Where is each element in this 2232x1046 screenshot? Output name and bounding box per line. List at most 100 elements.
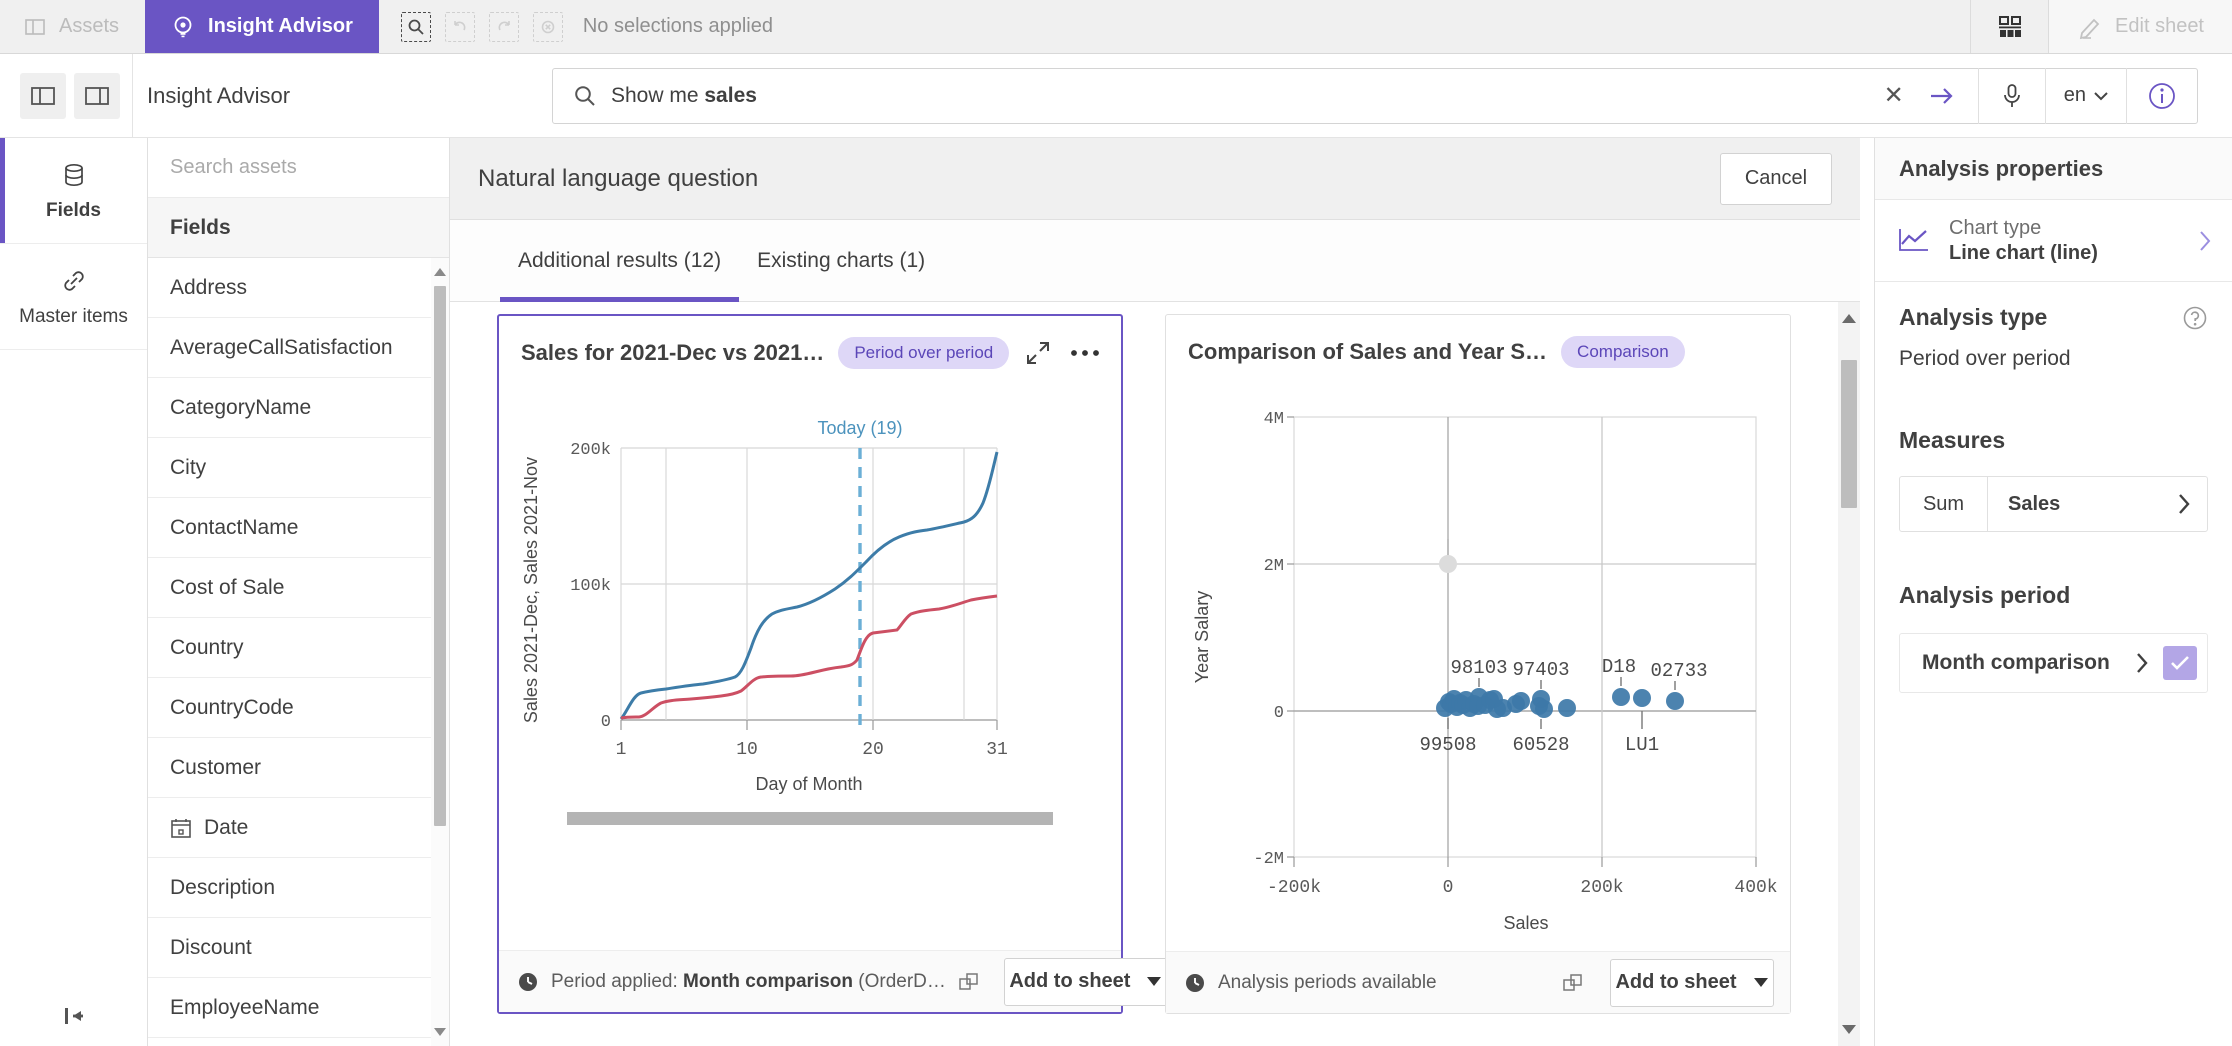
svg-text:200k: 200k [1580, 878, 1623, 898]
more-options-icon[interactable] [1069, 348, 1101, 358]
toggle-left-panel-button[interactable] [20, 73, 66, 119]
list-item[interactable]: City [148, 438, 449, 498]
language-label: en [2064, 84, 2086, 107]
list-item[interactable]: Cost of Sale [148, 558, 449, 618]
sidebar-item-master-items[interactable]: Master items [0, 244, 147, 350]
tab-existing-charts[interactable]: Existing charts (1) [739, 220, 943, 302]
list-item[interactable]: CountryCode [148, 678, 449, 738]
scroll-up-arrow-icon[interactable] [1842, 314, 1856, 323]
results-cards: Sales for 2021-Dec vs 2021… Period over … [450, 302, 1860, 1046]
nlq-bar: Natural language question Cancel [450, 138, 1860, 220]
period-applied-suffix: (OrderD… [858, 971, 946, 992]
field-label: CategoryName [170, 396, 311, 420]
expand-icon[interactable] [1025, 340, 1051, 366]
measure-row[interactable]: Sum Sales [1899, 476, 2208, 532]
sidebar-item-fields[interactable]: Fields [0, 138, 147, 244]
analysis-link-icon[interactable] [958, 971, 980, 993]
list-item[interactable]: EmployeeName [148, 978, 449, 1038]
svg-text:Sales 2021-Dec, Sales 2021-Nov: Sales 2021-Dec, Sales 2021-Nov [521, 457, 541, 723]
add-to-sheet-button[interactable]: Add to sheet [1610, 959, 1774, 1007]
search-box[interactable]: Show me sales ✕ en [552, 68, 2198, 124]
list-item[interactable]: ContactName [148, 498, 449, 558]
add-to-sheet-button[interactable]: Add to sheet [1004, 958, 1168, 1006]
sidebar-item-master-items-label: Master items [19, 306, 128, 328]
help-icon[interactable] [2182, 305, 2208, 331]
list-item[interactable]: CategoryName [148, 378, 449, 438]
scroll-up-arrow-icon[interactable] [434, 268, 446, 276]
analysis-type-section: Analysis type Period over period [1875, 282, 2232, 371]
clock-icon [1184, 972, 1206, 994]
analysis-type-header: Analysis type [1899, 304, 2208, 331]
result-card-line-chart[interactable]: Sales for 2021-Dec vs 2021… Period over … [497, 314, 1123, 1014]
period-applied-label: Period applied: [551, 971, 678, 992]
scatter-point[interactable] [1666, 692, 1684, 710]
analysis-period-checkbox[interactable] [2163, 646, 2197, 680]
collapse-left-icon [57, 1004, 91, 1028]
chevron-right-icon[interactable] [2135, 652, 2149, 674]
list-item[interactable]: Date [148, 798, 449, 858]
assets-section-header: Fields [148, 198, 449, 258]
sheet-grid-button[interactable] [1970, 0, 2048, 53]
scrollbar-thumb[interactable] [434, 286, 446, 826]
submit-search-icon[interactable] [1924, 85, 1978, 107]
line-chart[interactable]: 200k 100k 0 Sales 2021-Dec, Sales 2021-N… [499, 390, 1121, 950]
cancel-button[interactable]: Cancel [1720, 153, 1832, 205]
search-assets-input[interactable]: Search assets [148, 138, 449, 198]
main-scrollbar[interactable] [1838, 302, 1860, 1046]
selection-search-icon[interactable] [399, 10, 433, 44]
tab-additional-results[interactable]: Additional results (12) [500, 220, 739, 302]
chevron-right-icon[interactable] [2161, 477, 2207, 531]
scrollbar-thumb[interactable] [1841, 360, 1857, 508]
scatter-point[interactable] [1633, 689, 1651, 707]
info-icon[interactable] [2127, 81, 2197, 111]
analysis-period-value: Month comparison [1922, 651, 2135, 675]
field-label: Discount [170, 936, 252, 960]
analysis-link-icon[interactable] [1562, 972, 1584, 994]
list-item[interactable]: Address [148, 258, 449, 318]
scatter-point[interactable] [1612, 688, 1630, 706]
scatter-points[interactable] [1436, 688, 1684, 718]
assets-scrollbar[interactable] [431, 258, 449, 1046]
language-selector[interactable]: en [2046, 84, 2126, 107]
toggle-right-panel-button[interactable] [74, 73, 120, 119]
line-chart-body[interactable]: 200k 100k 0 Sales 2021-Dec, Sales 2021-N… [499, 390, 1121, 950]
collapse-panel-button[interactable] [0, 1004, 148, 1028]
insight-advisor-nav-button[interactable]: Insight Advisor [145, 0, 379, 53]
list-item[interactable]: AverageCallSatisfaction [148, 318, 449, 378]
toolbar-spacer [783, 0, 1970, 53]
pencil-icon [2077, 14, 2103, 40]
scatter-chart-body[interactable]: 4M 2M 0 -2M Year Salary [1166, 389, 1790, 951]
scatter-point[interactable] [1512, 692, 1530, 710]
list-item[interactable]: Description [148, 858, 449, 918]
svg-text:Today (19): Today (19) [817, 418, 902, 438]
analysis-type-label: Analysis type [1899, 304, 2182, 331]
add-to-sheet-label: Add to sheet [1615, 971, 1736, 994]
scatter-chart[interactable]: 4M 2M 0 -2M Year Salary [1166, 389, 1788, 951]
analysis-period-row[interactable]: Month comparison [1899, 633, 2208, 693]
list-item[interactable]: Discount [148, 918, 449, 978]
scroll-down-arrow-icon[interactable] [1842, 1025, 1856, 1034]
svg-text:31: 31 [986, 740, 1008, 760]
chevron-right-icon[interactable] [2198, 230, 2212, 252]
assets-nav-button[interactable]: Assets [0, 0, 145, 53]
edit-sheet-button[interactable]: Edit sheet [2048, 0, 2232, 53]
result-card-scatter-chart[interactable]: Comparison of Sales and Year S… Comparis… [1165, 314, 1791, 1014]
point-label: 60528 [1512, 734, 1569, 756]
chart-horizontal-scrollbar[interactable] [567, 812, 1053, 825]
analysis-properties-title: Analysis properties [1875, 138, 2232, 200]
voice-input-icon[interactable] [1979, 83, 2045, 109]
card-title: Sales for 2021-Dec vs 2021… [521, 340, 824, 366]
chart-type-row[interactable]: Chart type Line chart (line) [1875, 200, 2232, 282]
list-item[interactable]: Customer [148, 738, 449, 798]
scatter-point[interactable] [1558, 699, 1576, 717]
scroll-down-arrow-icon[interactable] [434, 1028, 446, 1036]
search-input[interactable]: Show me sales [611, 84, 1864, 108]
list-item[interactable]: Country [148, 618, 449, 678]
scatter-point[interactable] [1535, 700, 1553, 718]
field-label: Cost of Sale [170, 576, 284, 600]
page-title: Insight Advisor [132, 54, 552, 138]
clear-search-icon[interactable]: ✕ [1864, 81, 1924, 110]
link-icon [59, 266, 89, 296]
status-badge: Comparison [1561, 336, 1685, 368]
field-label: Date [204, 816, 248, 840]
